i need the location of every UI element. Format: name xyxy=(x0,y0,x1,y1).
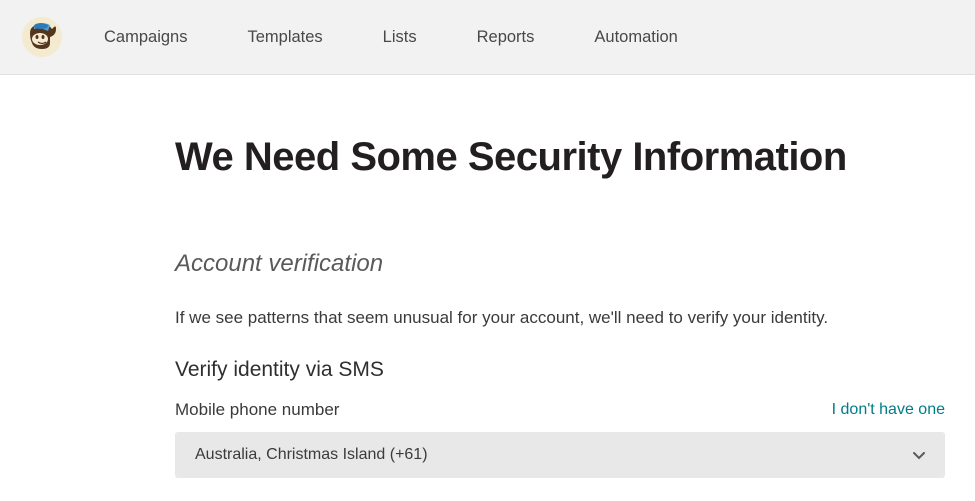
nav-links: Campaigns Templates Lists Reports Automa… xyxy=(104,28,678,47)
page-title: We Need Some Security Information xyxy=(175,135,950,180)
main-content: We Need Some Security Information Accoun… xyxy=(0,75,950,478)
nav-lists[interactable]: Lists xyxy=(383,28,417,47)
chevron-down-icon xyxy=(913,447,925,463)
nav-campaigns[interactable]: Campaigns xyxy=(104,28,187,47)
section-description: If we see patterns that seem unusual for… xyxy=(175,308,950,328)
section-subheading: Account verification xyxy=(175,250,950,278)
nav-automation[interactable]: Automation xyxy=(594,28,677,47)
country-selected-value: Australia, Christmas Island (+61) xyxy=(195,446,428,464)
top-nav: Campaigns Templates Lists Reports Automa… xyxy=(0,0,975,75)
phone-label: Mobile phone number xyxy=(175,400,339,420)
verify-method-title: Verify identity via SMS xyxy=(175,358,950,382)
country-select[interactable]: Australia, Christmas Island (+61) xyxy=(175,432,945,478)
nav-templates[interactable]: Templates xyxy=(247,28,322,47)
mailchimp-logo-icon[interactable] xyxy=(20,15,64,59)
skip-phone-link[interactable]: I don't have one xyxy=(832,401,945,419)
phone-label-row: Mobile phone number I don't have one xyxy=(175,400,945,420)
nav-reports[interactable]: Reports xyxy=(477,28,535,47)
